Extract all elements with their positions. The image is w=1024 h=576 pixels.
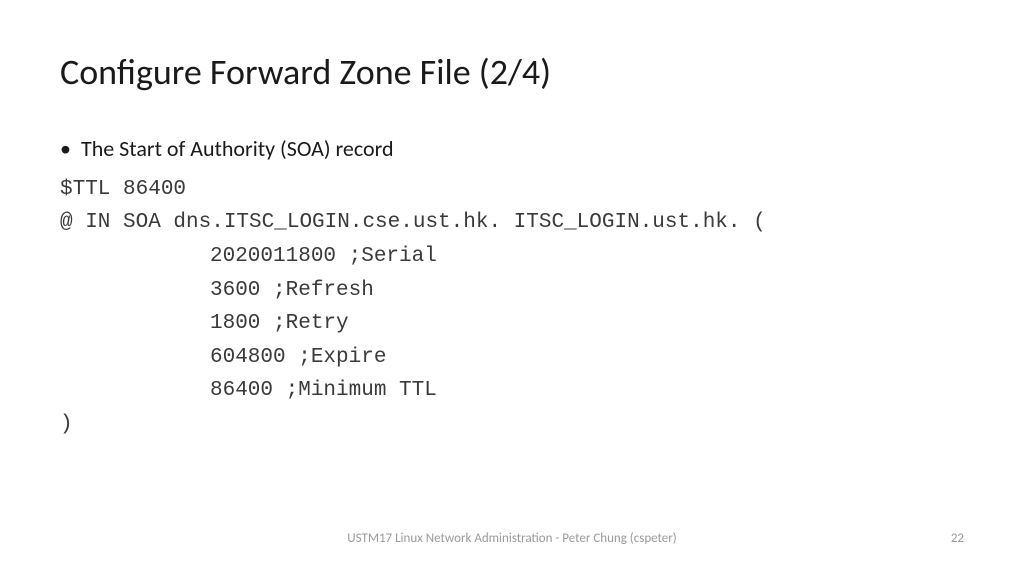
bullet-item: • The Start of Authority (SOA) record (60, 134, 964, 165)
bullet-text: The Start of Authority (SOA) record (81, 134, 394, 165)
code-expire: 604800 ;Expire (60, 341, 964, 375)
code-refresh: 3600 ;Refresh (60, 274, 964, 308)
code-serial: 2020011800 ;Serial (60, 240, 964, 274)
code-retry: 1800 ;Retry (60, 307, 964, 341)
bullet-marker: • (60, 136, 71, 162)
code-ttl: $TTL 86400 (60, 173, 964, 207)
code-minttl: 86400 ;Minimum TTL (60, 374, 964, 408)
footer-text: USTM17 Linux Network Administration - Pe… (347, 531, 676, 546)
footer: USTM17 Linux Network Administration - Pe… (0, 531, 1024, 546)
code-soa-header: @ IN SOA dns.ITSC_LOGIN.cse.ust.hk. ITSC… (60, 206, 964, 240)
slide-title: Configure Forward Zone File (2/4) (60, 50, 964, 94)
code-close-paren: ) (60, 408, 964, 442)
page-number: 22 (951, 531, 964, 546)
